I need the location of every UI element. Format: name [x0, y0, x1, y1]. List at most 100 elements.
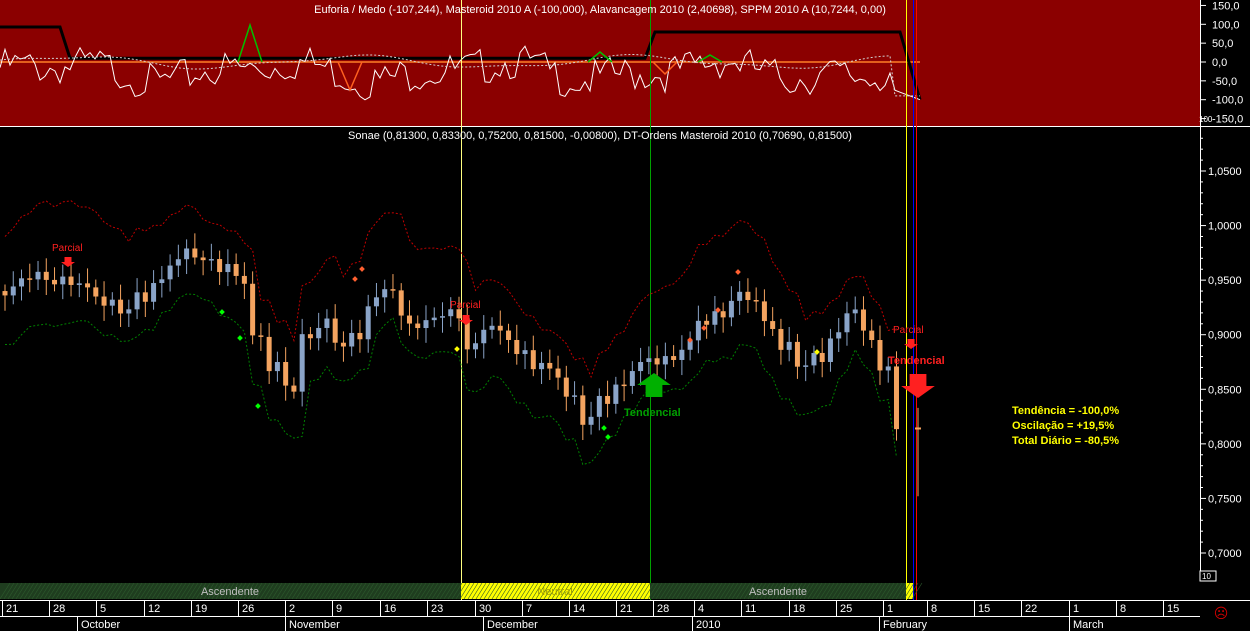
candle-body [324, 318, 330, 328]
candle-body [43, 271, 49, 280]
candle-body [869, 330, 875, 341]
candle-body [142, 292, 148, 302]
candle-body [497, 325, 503, 331]
candle-body [175, 259, 181, 266]
candle-body [291, 385, 297, 392]
candle-body [19, 278, 25, 287]
signal-dot [219, 309, 225, 315]
candle-body [233, 264, 239, 276]
candle-body [225, 264, 231, 273]
main-tick-label: 0,9000 [1208, 330, 1242, 342]
candle-body [728, 300, 734, 318]
candle-body [819, 352, 825, 362]
candle-body [621, 384, 627, 387]
x-day-label: 16 [384, 603, 396, 615]
candle-body [555, 368, 561, 378]
indicator-tick-label: -50,0 [1212, 76, 1237, 88]
candle-body [266, 336, 272, 372]
x-day-label: 26 [242, 603, 254, 615]
candle-body [852, 309, 858, 314]
x-day-label: 30 [479, 603, 491, 615]
candle-body [613, 384, 619, 404]
chart-canvas: 150,0 100,0 50,0 0,0 -50,0 -100,0 -150,0100 1,… [0, 0, 1250, 631]
signal-dot [359, 266, 365, 272]
candle-body [753, 300, 759, 302]
signal-dot [237, 335, 243, 341]
candle-body [200, 257, 206, 261]
x-day-label: 28 [657, 603, 669, 615]
candle-body [489, 325, 495, 330]
x-day-label: 4 [698, 603, 704, 615]
candle-body [893, 366, 899, 430]
indicator-tick-label: 150,0 [1212, 0, 1240, 12]
sad-face-icon[interactable]: ☹ [1213, 606, 1229, 622]
candle-body [915, 427, 921, 430]
candle-body [101, 296, 107, 306]
candle-body [250, 283, 256, 336]
candle-body [786, 341, 792, 350]
candle-body [415, 323, 421, 329]
candle-body [530, 350, 536, 370]
candle-body [134, 292, 140, 310]
candle-body [547, 362, 553, 369]
candle-body [770, 321, 776, 329]
signal-dot [601, 425, 607, 431]
indicator-tick-label: 0,0 [1212, 57, 1227, 69]
candle-body [151, 283, 157, 302]
candle-body [357, 332, 363, 340]
main-tick-label: 0,7500 [1208, 493, 1242, 505]
candle-body [184, 248, 190, 260]
candle-body [605, 395, 611, 404]
x-day-label: 8 [1120, 603, 1126, 615]
x-day-label: 14 [573, 603, 585, 615]
candle-body [481, 329, 487, 344]
candle-body [827, 338, 833, 362]
main-title: Sonae (0,81300, 0,83300, 0,75200, 0,8150… [348, 130, 852, 142]
main-tick-label: 0,8000 [1208, 439, 1242, 451]
candle-body [646, 358, 652, 363]
candle-body [192, 248, 198, 258]
signal-dot [255, 403, 261, 409]
candle-body [860, 309, 866, 331]
candle-body [473, 343, 479, 350]
signal-dot [701, 325, 707, 331]
candle-body [514, 339, 520, 355]
candle-body [431, 317, 437, 321]
regime-label: Ascendente [749, 586, 807, 598]
x-day-label: 7 [526, 603, 532, 615]
candle-body [679, 349, 685, 360]
x-day-label: 15 [1167, 603, 1179, 615]
candle-body [274, 362, 280, 372]
total-diario-text: Total Diário = -80,5% [1012, 435, 1120, 447]
main-tick-label: 1,0500 [1208, 166, 1242, 178]
candle-body [588, 416, 594, 425]
candle-body [877, 340, 883, 371]
candle-body [439, 316, 445, 318]
candle-body [745, 291, 751, 301]
signal-dot [454, 346, 460, 352]
candle-body [794, 341, 800, 367]
candle-body [654, 358, 660, 365]
x-day-label: 1 [1073, 603, 1079, 615]
x-day-label: 5 [100, 603, 106, 615]
candle-body [118, 299, 124, 314]
candle-body [580, 395, 586, 425]
x-month-label: March [1073, 619, 1104, 631]
info-box: Tendência = -100,0% Oscilação = +19,5% T… [1012, 404, 1119, 449]
candle-body [704, 320, 710, 325]
candle-body [522, 350, 528, 355]
candle-body [299, 334, 305, 392]
x-day-label: 18 [793, 603, 805, 615]
main-tick-label: 0,9500 [1208, 275, 1242, 287]
candle-body [316, 327, 322, 339]
candle-body [638, 362, 644, 372]
x-day-label: 2 [289, 603, 295, 615]
candle-body [307, 334, 313, 339]
candle-body [737, 291, 743, 301]
candle-body [844, 313, 850, 333]
candle-body [506, 330, 512, 340]
parcial-label: Parcial [450, 300, 481, 311]
x-month-label: November [289, 619, 340, 631]
candle-body [85, 283, 91, 288]
candle-body [811, 352, 817, 366]
